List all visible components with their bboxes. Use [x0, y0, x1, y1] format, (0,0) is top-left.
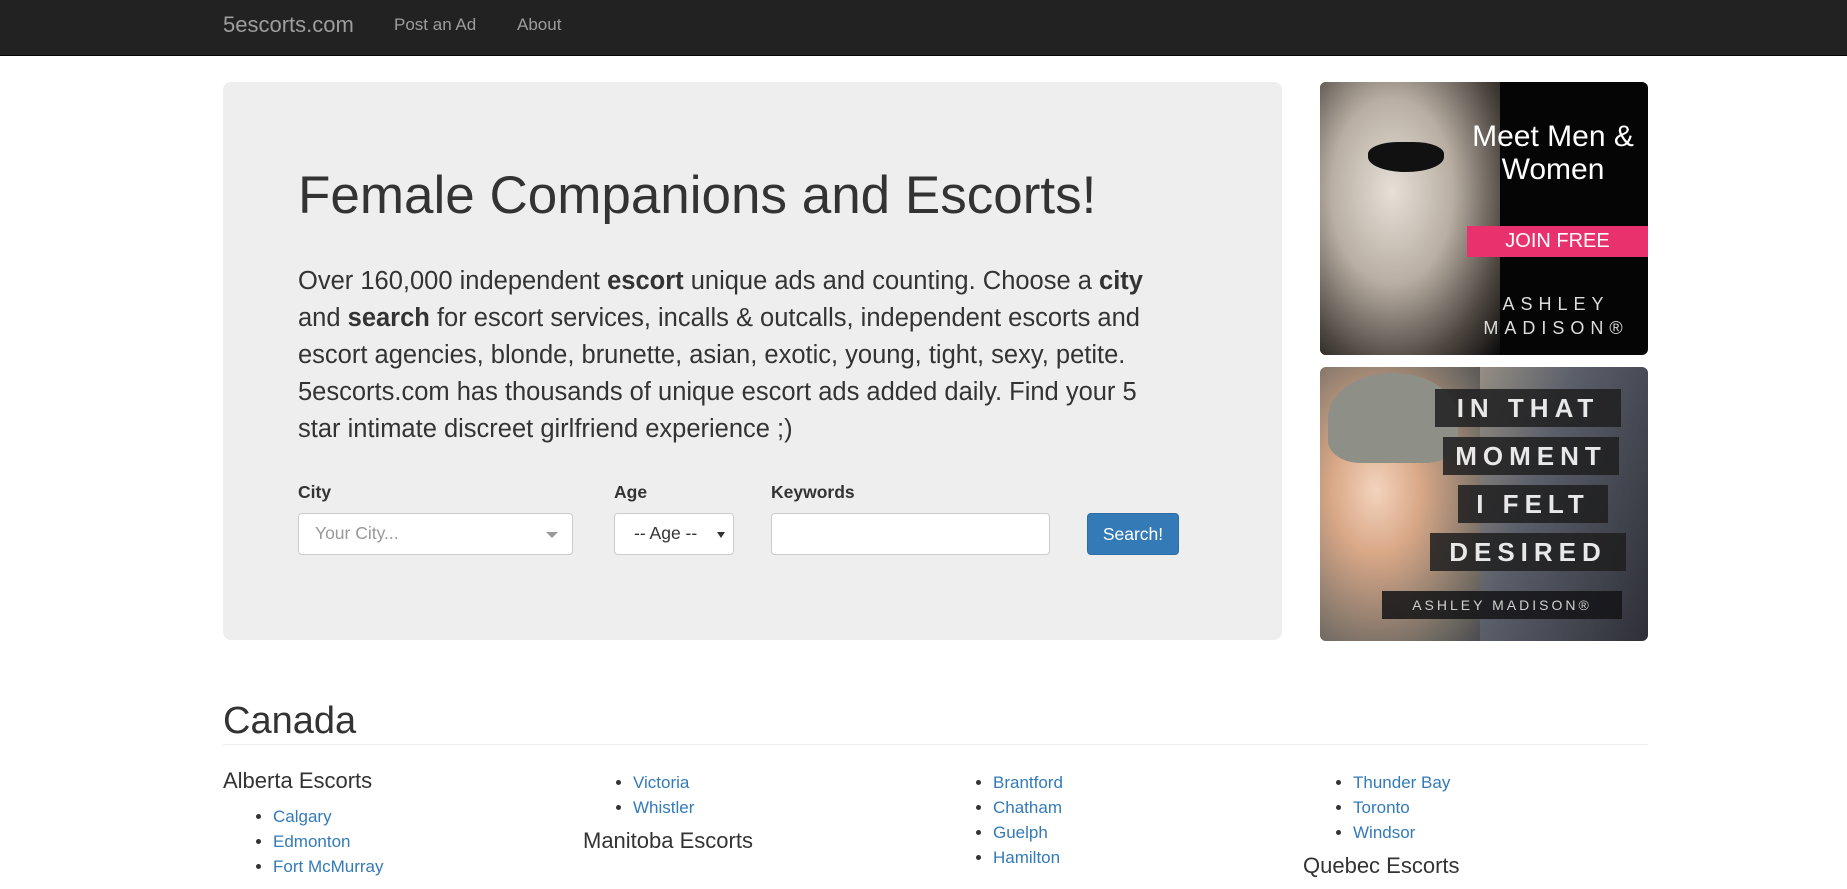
list-item: Chatham [993, 795, 1063, 820]
city-select-placeholder: Your City... [315, 523, 399, 543]
ad-brand-logo: ASHLEY MADISON® [1483, 294, 1629, 338]
divider [223, 744, 1648, 745]
listing-column-2: Victoria Whistler Manitoba Escorts [583, 770, 753, 864]
list-item: Guelph [993, 820, 1063, 845]
city-link[interactable]: Guelph [993, 823, 1048, 842]
region-heading: Manitoba Escorts [583, 828, 753, 853]
list-item: Edmonton [273, 829, 384, 854]
age-label: Age [614, 482, 648, 502]
country-heading: Canada [223, 700, 357, 742]
list-item: Victoria [633, 770, 753, 795]
list-item: Brantford [993, 770, 1063, 795]
list-item: Thunder Bay [1353, 770, 1460, 795]
ad-text-line: DESIRED [1430, 533, 1626, 571]
nav-post-an-ad[interactable]: Post an Ad [394, 15, 476, 35]
list-item: Windsor [1353, 820, 1460, 845]
city-link[interactable]: Victoria [633, 773, 689, 792]
ad-brand-logo: ASHLEY MADISON® [1382, 591, 1622, 619]
listing-column-3: Brantford Chatham Guelph Hamilton [943, 770, 1063, 870]
city-list: Victoria Whistler [583, 770, 753, 820]
keywords-input[interactable] [771, 513, 1050, 555]
city-link[interactable]: Windsor [1353, 823, 1415, 842]
ad-text-line: MOMENT [1443, 437, 1619, 475]
list-item: Hamilton [993, 845, 1063, 870]
nav-about[interactable]: About [517, 15, 561, 35]
list-item: Whistler [633, 795, 753, 820]
ad-join-button[interactable]: JOIN FREE [1467, 226, 1648, 257]
region-heading: Alberta Escorts [223, 768, 373, 793]
city-link[interactable]: Edmonton [273, 832, 351, 851]
region-heading: Quebec Escorts [1303, 853, 1460, 878]
page-title: Female Companions and Escorts! [298, 166, 1097, 225]
hero-description: Over 160,000 independent escort unique a… [298, 267, 1143, 443]
list-item: Toronto [1353, 795, 1460, 820]
city-list: Thunder Bay Toronto Windsor [1303, 770, 1460, 845]
ad-banner-meet[interactable]: Meet Men & Women JOIN FREE ASHLEY MADISO… [1320, 82, 1648, 355]
chevron-down-icon [717, 532, 725, 538]
city-link[interactable]: Fort McMurray [273, 857, 384, 876]
city-link[interactable]: Chatham [993, 798, 1062, 817]
search-button[interactable]: Search! [1087, 513, 1179, 555]
mask-icon [1368, 142, 1444, 172]
ad-headline: Meet Men & Women [1472, 120, 1634, 186]
city-select[interactable]: Your City... [298, 513, 573, 555]
city-label: City [298, 482, 332, 502]
listing-column-1: Alberta Escorts Calgary Edmonton Fort Mc… [223, 768, 384, 879]
ad-text-line: I FELT [1458, 485, 1608, 523]
ad-banner-desired[interactable]: IN THAT MOMENT I FELT DESIRED ASHLEY MAD… [1320, 367, 1648, 641]
city-link[interactable]: Toronto [1353, 798, 1410, 817]
city-link[interactable]: Whistler [633, 798, 694, 817]
hero-panel: Female Companions and Escorts! Over 160,… [223, 82, 1282, 640]
city-link[interactable]: Hamilton [993, 848, 1060, 867]
chevron-down-icon [546, 532, 558, 538]
city-list: Brantford Chatham Guelph Hamilton [943, 770, 1063, 870]
age-select-value: -- Age -- [634, 523, 698, 543]
keywords-label: Keywords [771, 482, 855, 502]
list-item: Fort McMurray [273, 854, 384, 879]
top-navbar: 5escorts.com Post an Ad About [0, 0, 1847, 56]
list-item: Calgary [273, 804, 384, 829]
city-link[interactable]: Calgary [273, 807, 332, 826]
brand-link[interactable]: 5escorts.com [223, 12, 354, 38]
age-select[interactable]: -- Age -- [614, 513, 734, 555]
city-link[interactable]: Thunder Bay [1353, 773, 1450, 792]
listing-column-4: Thunder Bay Toronto Windsor Quebec Escor… [1303, 770, 1460, 889]
ad-text-line: IN THAT [1435, 389, 1621, 427]
city-link[interactable]: Brantford [993, 773, 1063, 792]
